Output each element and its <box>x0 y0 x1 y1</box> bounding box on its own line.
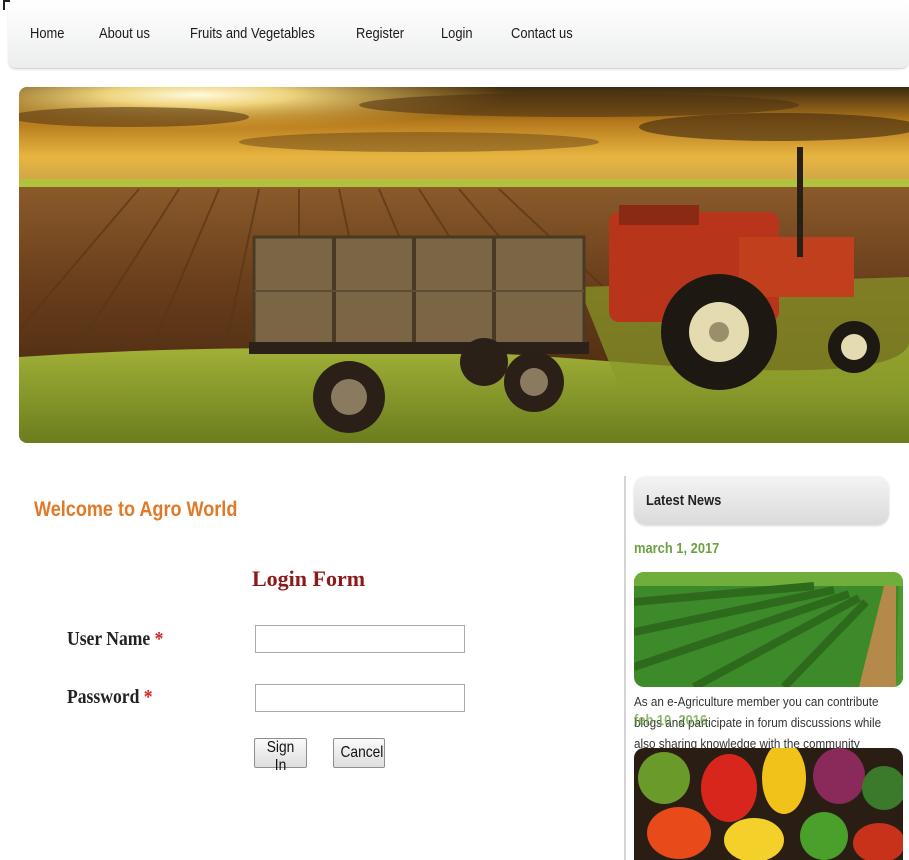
sign-in-button[interactable]: Sign In <box>254 738 307 774</box>
username-required-asterisk: * <box>154 628 164 650</box>
news-item-image-vegetables[interactable] <box>634 748 903 860</box>
nav-link-register[interactable]: Register <box>356 25 404 42</box>
login-form-title: Login Form <box>252 566 366 591</box>
hero-banner-image <box>19 87 909 443</box>
latest-news-title: Latest News <box>646 492 722 509</box>
nav-link-about-us[interactable]: About us <box>99 25 150 42</box>
news-item-image-field[interactable] <box>634 572 903 687</box>
nav-link-home[interactable]: Home <box>30 25 64 42</box>
nav-link-fruits-and-vegetables[interactable]: Fruits and Vegetables <box>190 25 315 42</box>
news-item-date-2: feb 10, 2016 <box>634 712 708 729</box>
sidebar-divider <box>624 476 626 860</box>
cancel-button[interactable]: Cancel <box>333 738 385 768</box>
news-item-date: march 1, 2017 <box>634 540 720 557</box>
username-label-text: User Name <box>67 628 151 650</box>
username-label: User Name * <box>67 628 163 651</box>
password-label: Password * <box>67 686 153 709</box>
nav-link-contact-us[interactable]: Contact us <box>511 25 573 42</box>
sign-in-button-label: Sign In <box>266 739 295 774</box>
password-required-asterisk: * <box>143 686 153 708</box>
password-input[interactable] <box>255 684 465 712</box>
password-label-text: Password <box>67 686 140 708</box>
nav-link-login[interactable]: Login <box>441 25 473 42</box>
window-corner-mark <box>3 0 10 10</box>
welcome-heading: Welcome to Agro World <box>34 498 238 521</box>
cancel-button-label: Cancel <box>340 744 384 761</box>
username-input[interactable] <box>255 625 465 653</box>
top-navigation-bar: Home About us Fruits and Vegetables Regi… <box>8 2 909 69</box>
latest-news-header: Latest News <box>634 476 889 525</box>
